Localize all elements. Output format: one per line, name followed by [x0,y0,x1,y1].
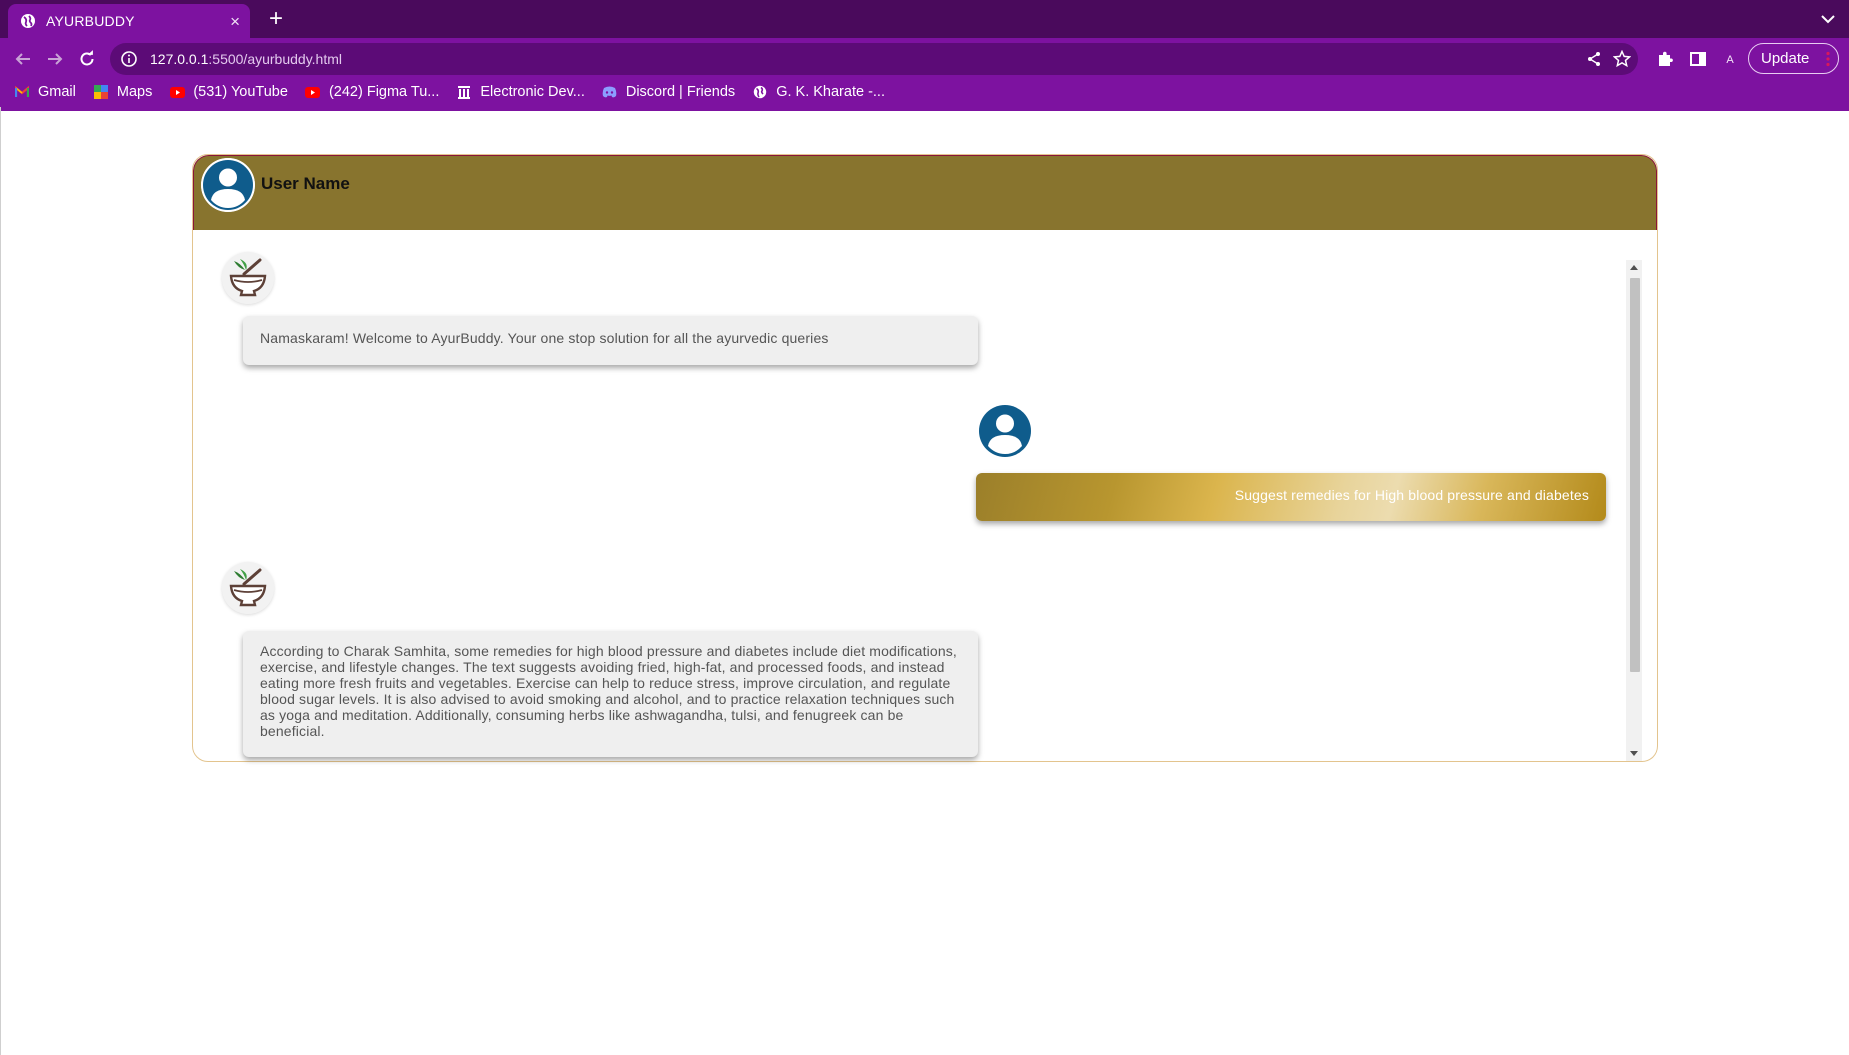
update-button[interactable]: Update [1748,43,1839,74]
user-avatar-icon [979,405,1031,457]
bookmark-label: Discord | Friends [625,84,736,100]
user-message-text: Suggest remedies for High blood pressure… [1234,487,1589,503]
chevron-down-icon[interactable] [1817,8,1839,30]
bookmark-label: Maps [116,84,153,100]
more-options-icon[interactable] [1826,51,1830,67]
chat-scrollbar[interactable] [1626,260,1642,761]
arrow-left-icon [15,53,30,65]
user-message-bubble: Suggest remedies for High blood pressure… [976,473,1606,521]
bot-message-bubble: Namaskaram! Welcome to AyurBuddy. Your o… [243,316,978,365]
reload-button[interactable] [72,44,102,74]
bot-message-text: According to Charak Samhita, some remedi… [260,643,957,739]
bookmark-gk-kharate[interactable]: G. K. Kharate -... [752,84,885,100]
tab-title: AYURBUDDY [46,13,135,29]
bookmark-maps[interactable]: Maps [93,84,152,100]
browser-tab-active[interactable]: AYURBUDDY × [8,4,250,38]
share-icon[interactable] [1584,49,1604,69]
new-tab-button[interactable]: + [262,6,290,34]
url-path: :5500/ayurbuddy.html [208,51,342,67]
bookmark-figma-tutorial[interactable]: (242) Figma Tu... [305,84,439,100]
bookmark-label: Gmail [38,84,76,100]
browser-tab-strip: AYURBUDDY × + [0,0,1849,38]
side-panel-icon[interactable] [1687,48,1709,70]
bookmark-label: G. K. Kharate -... [776,84,885,100]
maps-icon [93,84,109,100]
viewport-left-edge [0,107,1,1055]
bookmark-youtube[interactable]: (531) YouTube [169,84,288,100]
building-icon [456,84,472,100]
info-icon[interactable] [120,50,138,68]
discord-icon [602,84,618,100]
forward-button[interactable] [40,44,70,74]
globe-icon [752,84,768,100]
user-avatar-icon[interactable] [201,158,255,212]
chat-header: User Name [193,155,1657,230]
bookmark-gmail[interactable]: Gmail [14,84,76,100]
arrow-right-icon [48,53,63,65]
bookmark-discord[interactable]: Discord | Friends [602,84,735,100]
address-bar[interactable]: 127.0.0.1:5500/ayurbuddy.html [110,43,1638,75]
bookmark-label: Electronic Dev... [480,84,585,100]
scrollbar-thumb[interactable] [1630,278,1640,672]
scroll-up-arrow-icon[interactable] [1626,260,1642,274]
mortar-pestle-logo-icon [222,252,274,304]
update-label: Update [1761,50,1810,67]
back-button[interactable] [8,44,38,74]
reload-icon [80,50,94,66]
tab-close-icon[interactable]: × [230,13,240,30]
extensions-puzzle-icon[interactable] [1654,48,1676,70]
browser-toolbar: 127.0.0.1:5500/ayurbuddy.html A Update G… [0,38,1849,111]
profile-avatar[interactable]: A [1719,49,1741,71]
bot-message-bubble: According to Charak Samhita, some remedi… [243,631,978,757]
youtube-icon [169,84,185,100]
bookmark-label: (531) YouTube [193,84,288,100]
bookmark-label: (242) Figma Tu... [328,84,440,100]
bot-message-text: Namaskaram! Welcome to AyurBuddy. Your o… [260,330,829,346]
header-user-name: User Name [261,174,350,193]
bookmarks-bar: Gmail Maps (531) YouTube (242) Figma Tu.… [0,79,1849,105]
star-icon[interactable] [1612,49,1632,69]
mortar-pestle-logo-icon [222,562,274,614]
bookmark-electronic-dev[interactable]: Electronic Dev... [456,84,585,100]
scroll-down-arrow-icon[interactable] [1626,747,1642,761]
url-text: 127.0.0.1:5500/ayurbuddy.html [150,51,342,67]
gmail-icon [14,84,30,100]
url-host: 127.0.0.1 [150,51,209,67]
globe-icon [21,14,35,28]
youtube-icon [305,84,321,100]
